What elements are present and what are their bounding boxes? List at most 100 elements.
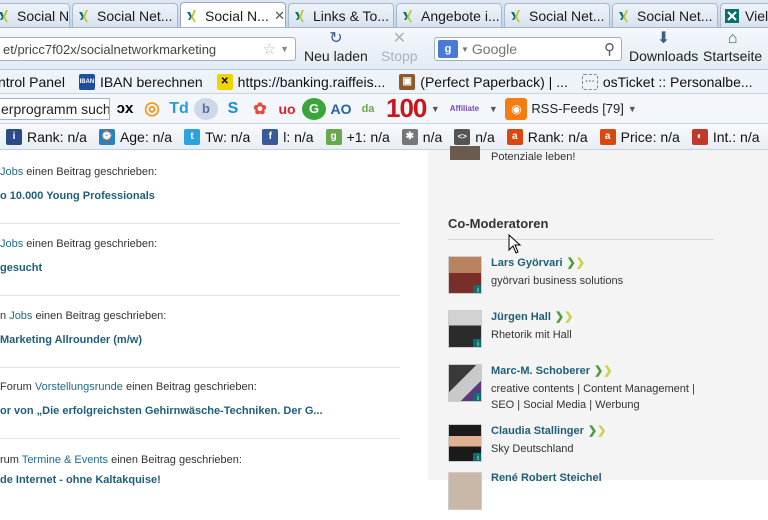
group-link[interactable]: Jobs: [9, 310, 32, 322]
seo-item-internal[interactable]: ◐ Int.: n/a: [691, 128, 760, 145]
bookmark-label: osTicket :: Personalbe...: [602, 73, 753, 90]
avatar[interactable]: i: [448, 424, 482, 462]
seo-item-rank[interactable]: i Rank: n/a: [6, 128, 87, 145]
tab-strip: Social Net... Social Net... Social N... …: [0, 0, 768, 28]
feed-item-meta: Forum Vorstellungsrunde einen Beitrag ge…: [0, 381, 257, 393]
tab-5[interactable]: Social Net...: [504, 3, 610, 27]
tab-0[interactable]: Social Net...: [0, 3, 70, 27]
search-box[interactable]: g ▼ ⚲: [434, 37, 622, 61]
feed-item-title[interactable]: or von „Die erfolgreichsten Gehirnwäsche…: [0, 405, 400, 417]
seo-item-price[interactable]: a Price: n/a: [599, 128, 680, 145]
group-link[interactable]: Jobs: [0, 238, 23, 250]
feed-item: Jobs einen Beitrag geschrieben: gesucht: [0, 238, 400, 296]
affiliate-icon[interactable]: Affiliate: [444, 98, 484, 120]
group-link[interactable]: Vorstellungsrunde: [35, 381, 123, 393]
s-icon[interactable]: S: [221, 98, 245, 120]
tab-6[interactable]: Social Net...: [612, 3, 718, 27]
search-input[interactable]: [471, 41, 604, 57]
seo-item-source[interactable]: <> n/a: [454, 128, 495, 145]
seo-label: l: n/a: [283, 128, 314, 145]
google-icon[interactable]: g: [438, 40, 458, 58]
seo-label: Rank: n/a: [27, 128, 87, 145]
seo-item-plusone[interactable]: g +1: n/a: [325, 128, 390, 145]
da-icon[interactable]: da: [356, 98, 380, 120]
xing-premium-icon: ❯❯: [594, 365, 613, 377]
feed-item-meta: n Jobs einen Beitrag geschrieben:: [0, 310, 167, 322]
tab-7[interactable]: Viele: [720, 3, 768, 27]
seo-item-facebook[interactable]: f l: n/a: [262, 128, 314, 145]
google-plus-icon: g: [325, 128, 342, 145]
top-100-icon[interactable]: 100: [386, 94, 427, 123]
tab-title: Viele: [745, 8, 768, 24]
bookmark-control-panel[interactable]: ntrol Panel: [0, 74, 65, 90]
seo-item-age[interactable]: ⌚ Age: n/a: [98, 128, 173, 145]
xing-icon: [185, 9, 199, 23]
tab-title: Links & To...: [313, 8, 390, 24]
toolbar-search-input[interactable]: erprogramm such: [0, 97, 110, 120]
xing-badge-icon: i: [473, 339, 481, 347]
green-g-icon[interactable]: G: [302, 97, 326, 120]
chevron-down-icon[interactable]: ▼: [429, 98, 441, 120]
tab-2-active[interactable]: Social N... ✕: [180, 2, 286, 27]
feed-item-meta: rum Termine & Events einen Beitrag gesch…: [0, 454, 242, 466]
member-name[interactable]: René Robert Steichel: [491, 472, 602, 484]
xing-badge-icon: i: [473, 453, 481, 461]
group-link[interactable]: Termine & Events: [22, 454, 108, 466]
stop-button[interactable]: ✕ Stopp: [381, 30, 418, 64]
alexa-icon: a: [506, 128, 523, 145]
search-icon[interactable]: ⚲: [604, 40, 615, 58]
b-circle-icon[interactable]: b: [194, 97, 218, 120]
chevron-down-icon[interactable]: ▼: [280, 44, 289, 54]
chevron-down-icon[interactable]: ▼: [461, 45, 469, 54]
orange-ring-icon[interactable]: ◎: [140, 98, 164, 120]
member-name[interactable]: Lars Györvari ❯❯: [491, 256, 585, 269]
ao-icon[interactable]: AO: [329, 98, 353, 120]
iban-icon: IBAN: [78, 73, 95, 90]
member-description: Sky Deutschland: [491, 443, 574, 455]
home-button[interactable]: ⌂ Startseite: [703, 30, 762, 64]
bookmark-osticket[interactable]: ⋯ osTicket :: Personalbe...: [581, 73, 753, 90]
avatar[interactable]: [450, 146, 480, 160]
section-heading: Co-Moderatoren: [448, 216, 714, 240]
star-icon[interactable]: ☆: [263, 40, 276, 58]
clock-icon: ⌚: [98, 128, 115, 145]
colorful-flower-icon[interactable]: ✿: [248, 98, 272, 120]
feed-item-title[interactable]: de Internet - ohne Kaltakquise!: [0, 474, 400, 486]
dx-icon[interactable]: ɔx: [113, 98, 137, 120]
tab-1[interactable]: Social Net...: [72, 3, 178, 27]
td-icon[interactable]: Td: [167, 98, 191, 120]
feed-item-title[interactable]: gesucht: [0, 262, 400, 274]
member-item: i Marc-M. Schoberer ❯❯ creative contents …: [448, 364, 748, 412]
avatar[interactable]: i: [448, 364, 482, 402]
avatar[interactable]: i: [448, 256, 482, 294]
bookmark-iban[interactable]: IBAN IBAN berechnen: [78, 73, 203, 90]
avatar[interactable]: [448, 472, 482, 510]
member-name[interactable]: Jürgen Hall ❯❯: [491, 310, 573, 323]
red-wave-icon[interactable]: uo: [275, 98, 299, 120]
rss-feeds-button[interactable]: ◉ RSS-Feeds [79] ▼: [505, 97, 637, 120]
feed-item-title[interactable]: Marketing Allrounder (m/w): [0, 334, 400, 346]
seo-item-links[interactable]: ✱ n/a: [401, 128, 442, 145]
avatar[interactable]: i: [448, 310, 482, 348]
member-name[interactable]: Marc-M. Schoberer ❯❯: [491, 364, 612, 377]
chevron-down-icon[interactable]: ▼: [487, 98, 499, 120]
group-link[interactable]: Jobs: [0, 166, 23, 178]
tab-3[interactable]: Links & To...: [288, 3, 394, 27]
member-name[interactable]: Claudia Stallinger ❯❯: [491, 424, 606, 437]
seo-label: Age: n/a: [119, 128, 173, 145]
feed-item-title[interactable]: o 10.000 Young Professionals: [0, 190, 400, 202]
bookmark-paperback[interactable]: ▣ (Perfect Paperback) | ...: [399, 73, 568, 90]
downloads-button[interactable]: ⬇ Downloads: [629, 30, 698, 64]
seo-item-alexa-rank[interactable]: a Rank: n/a: [506, 128, 588, 145]
address-bar[interactable]: et/pricc7f02x/socialnetworkmarketing ☆ ▼: [0, 37, 296, 61]
tab-4[interactable]: Angebote i...: [396, 3, 502, 27]
seo-label: Price: n/a: [620, 128, 680, 145]
bookmark-raiffeisen[interactable]: ✕ https://banking.raiffeis...: [216, 73, 385, 90]
chevron-down-icon[interactable]: ▼: [628, 104, 637, 114]
stop-icon: ✕: [392, 30, 406, 47]
close-icon[interactable]: ✕: [274, 8, 285, 24]
xing-premium-icon: ❯❯: [566, 257, 585, 269]
reload-button[interactable]: ↻ Neu laden: [304, 30, 368, 64]
member-description: Potenziale leben!: [491, 151, 576, 163]
seo-item-twitter[interactable]: t Tw: n/a: [184, 128, 250, 145]
